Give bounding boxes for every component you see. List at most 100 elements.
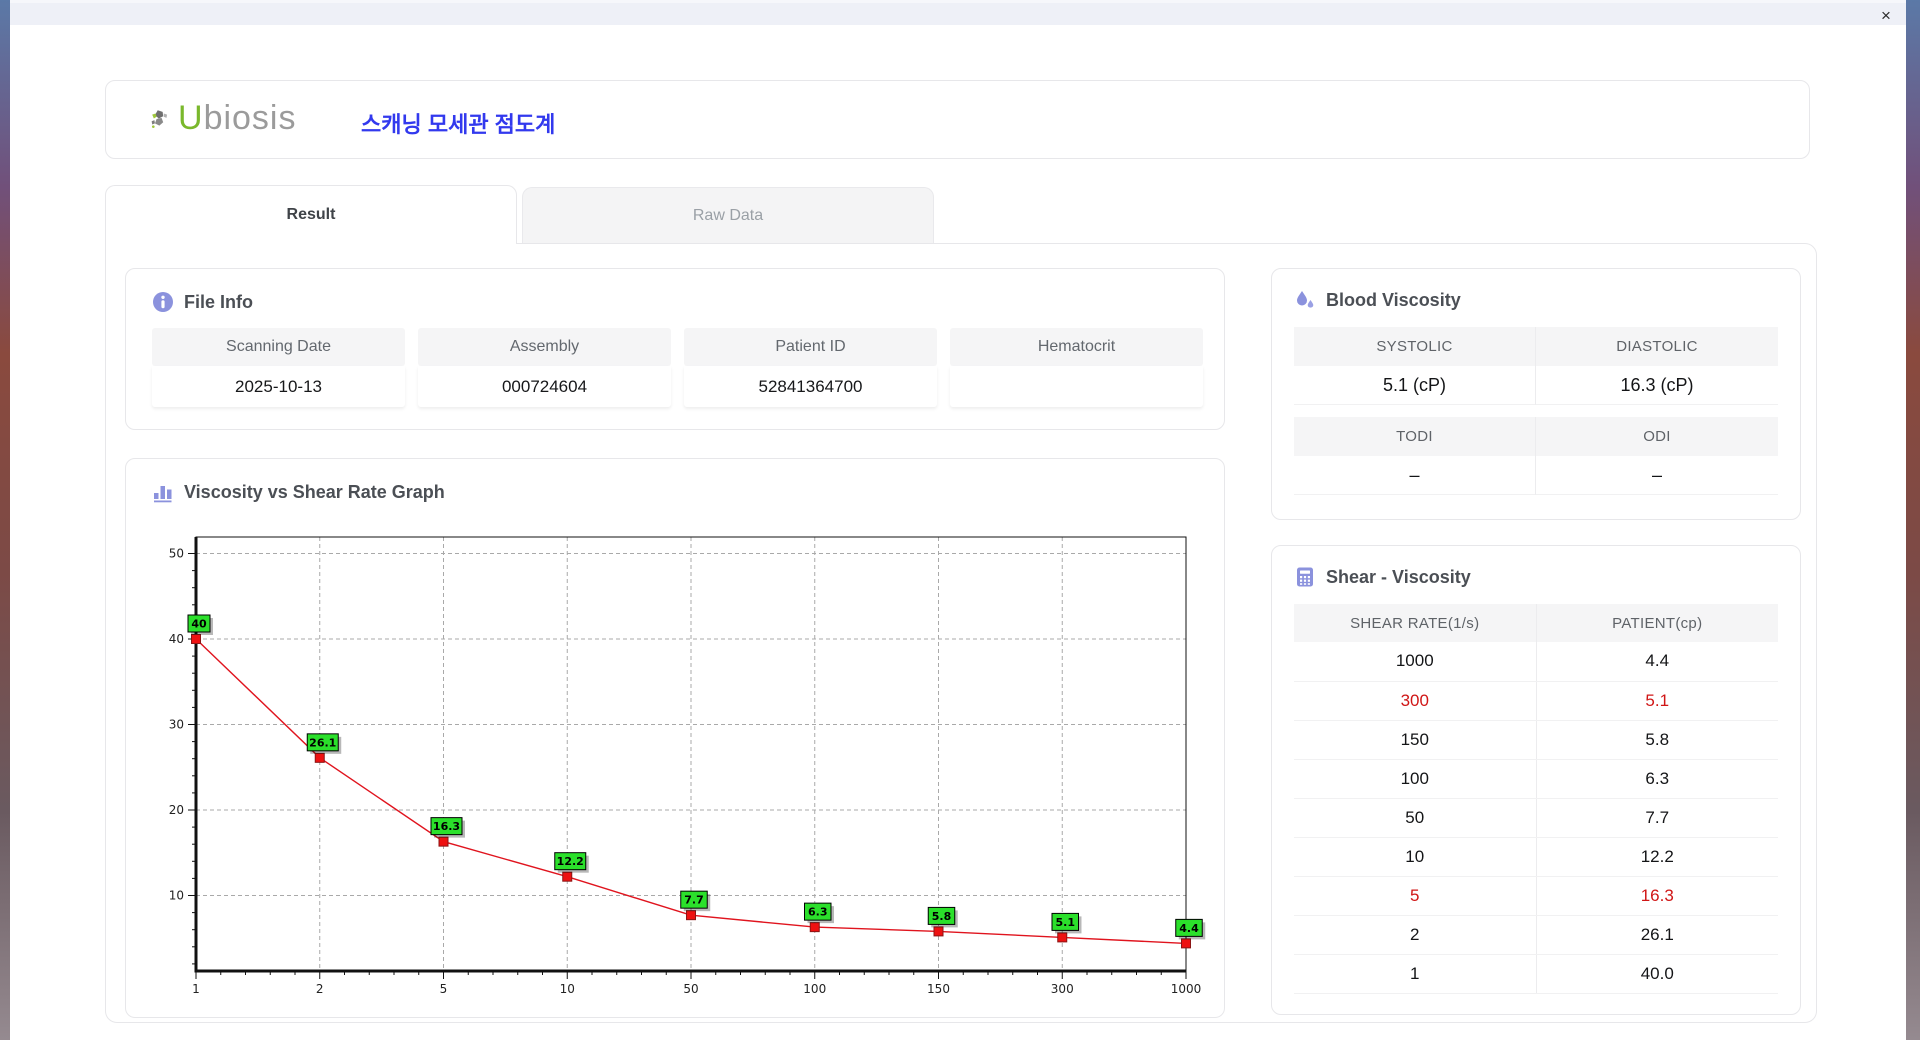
file-info-field-value: 52841364700: [684, 366, 937, 407]
patient-viscosity-cell: 5.1: [1536, 681, 1778, 721]
svg-text:50: 50: [169, 547, 184, 561]
ubiosis-logo-text: Ubiosis: [178, 99, 297, 137]
svg-text:16.3: 16.3: [433, 820, 460, 833]
ubiosis-logo-icon: [151, 109, 168, 128]
page-title: 스캐닝 모세관 점도계: [361, 112, 556, 137]
svg-text:5.8: 5.8: [932, 910, 952, 923]
bv-header-cell: ODI: [1536, 417, 1778, 456]
file-info-field: Patient ID 52841364700: [684, 328, 937, 407]
viscosity-graph-card: Viscosity vs Shear Rate Graph 10 20 30 40 50…: [125, 458, 1225, 1018]
bv-header-cell: DIASTOLIC: [1536, 327, 1778, 366]
shear-table-row: 50 7.7: [1294, 798, 1778, 838]
shear-table-row: 300 5.1: [1294, 681, 1778, 721]
bv-header-cell: SYSTOLIC: [1294, 327, 1536, 366]
svg-text:4.4: 4.4: [1179, 922, 1199, 935]
svg-text:6.3: 6.3: [808, 906, 828, 919]
shear-table-row: 1 40.0: [1294, 954, 1778, 994]
shear-rate-cell: 1000: [1294, 642, 1537, 682]
file-info-field: Scanning Date 2025-10-13: [152, 328, 405, 407]
file-info-field-label: Assembly: [418, 328, 671, 366]
patient-viscosity-cell: 16.3: [1536, 876, 1778, 916]
svg-text:40: 40: [169, 632, 184, 646]
shear-rate-cell: 300: [1294, 681, 1537, 721]
svg-text:150: 150: [927, 982, 950, 996]
svg-text:5: 5: [440, 982, 448, 996]
shear-table-body: 1000 4.4 300 5.1 150 5.8 100 6.3 50 7.7 10 12.2 5 16.…: [1294, 642, 1778, 994]
svg-text:40: 40: [191, 618, 207, 631]
window-titlebar: ×: [10, 0, 1906, 25]
bar-chart-icon: [154, 486, 172, 503]
shear-rate-cell: 10: [1294, 837, 1537, 877]
blood-viscosity-title: Blood Viscosity: [1326, 289, 1461, 310]
bv-tables: SYSTOLIC DIASTOLIC 5.1 (cP) 16.3 (cP) TODI OD…: [1294, 327, 1778, 495]
blood-viscosity-table: TODI ODI – –: [1294, 417, 1778, 495]
graph-title: Viscosity vs Shear Rate Graph: [184, 481, 445, 502]
file-info-field-value: 000724604: [418, 366, 671, 407]
file-info-field-label: Patient ID: [684, 328, 937, 366]
svg-text:30: 30: [169, 718, 184, 732]
patient-viscosity-cell: 5.8: [1536, 720, 1778, 760]
shear-rate-cell: 150: [1294, 720, 1537, 760]
shear-viscosity-card: Shear - Viscosity SHEAR RATE(1/s) PATIEN…: [1271, 545, 1801, 1015]
shear-table-row: 150 5.8: [1294, 720, 1778, 760]
svg-text:20: 20: [169, 803, 184, 817]
shear-table-row: 100 6.3: [1294, 759, 1778, 799]
svg-text:10: 10: [169, 889, 184, 903]
bv-value-cell: 5.1 (cP): [1294, 366, 1536, 405]
svg-text:7.7: 7.7: [684, 894, 704, 907]
shear-viscosity-title: Shear - Viscosity: [1326, 566, 1471, 587]
svg-text:300: 300: [1051, 982, 1074, 996]
file-info-card: File Info Scanning Date 2025-10-13 Assembl…: [125, 268, 1225, 430]
app-header: Ubiosis 스캐닝 모세관 점도계: [105, 80, 1810, 159]
bv-value-cell: –: [1294, 456, 1536, 495]
file-info-field: Assembly 000724604: [418, 328, 671, 407]
svg-text:26.1: 26.1: [309, 736, 336, 749]
file-info-title: File Info: [184, 291, 253, 312]
patient-col-header: PATIENT(cp): [1536, 604, 1778, 642]
svg-text:1: 1: [192, 982, 200, 996]
shear-table-row: 2 26.1: [1294, 915, 1778, 955]
shear-table-row: 10 12.2: [1294, 837, 1778, 877]
blood-viscosity-table: SYSTOLIC DIASTOLIC 5.1 (cP) 16.3 (cP): [1294, 327, 1778, 405]
svg-text:12.2: 12.2: [557, 855, 584, 868]
file-info-fields: Scanning Date 2025-10-13 Assembly 000724604…: [152, 328, 1224, 407]
svg-text:1000: 1000: [1171, 982, 1202, 996]
shear-table-row: 1000 4.4: [1294, 642, 1778, 682]
app-window: × Ubiosis 스캐닝 모세관 점도계 Result Raw Data Fi…: [10, 0, 1906, 1040]
patient-viscosity-cell: 7.7: [1536, 798, 1778, 838]
ubiosis-logo: Ubiosis: [150, 99, 297, 138]
shear-rate-cell: 50: [1294, 798, 1537, 838]
tab-result[interactable]: Result: [105, 185, 517, 244]
shear-rate-cell: 5: [1294, 876, 1537, 916]
patient-viscosity-cell: 4.4: [1536, 642, 1778, 682]
shear-rate-cell: 1: [1294, 954, 1537, 994]
bv-value-cell: 16.3 (cP): [1536, 366, 1778, 405]
droplets-icon: [1297, 291, 1314, 308]
patient-viscosity-cell: 40.0: [1536, 954, 1778, 994]
info-icon: [153, 292, 173, 312]
svg-text:5.1: 5.1: [1056, 916, 1076, 929]
file-info-field-label: Scanning Date: [152, 328, 405, 366]
shear-viscosity-table: SHEAR RATE(1/s) PATIENT(cp) 1000 4.4 300 5.…: [1294, 604, 1778, 994]
calculator-icon: [1297, 567, 1313, 587]
file-info-field: Hematocrit: [950, 328, 1203, 407]
shear-rate-cell: 100: [1294, 759, 1537, 799]
file-info-field-value: 2025-10-13: [152, 366, 405, 407]
tab-raw-data[interactable]: Raw Data: [522, 187, 934, 244]
shear-rate-cell: 2: [1294, 915, 1537, 955]
close-icon[interactable]: ×: [1876, 6, 1896, 26]
bv-value-cell: –: [1536, 456, 1778, 495]
file-info-field-value: [950, 366, 1203, 407]
svg-text:50: 50: [683, 982, 698, 996]
desktop-background: × Ubiosis 스캐닝 모세관 점도계 Result Raw Data Fi…: [0, 0, 1920, 1040]
file-info-field-label: Hematocrit: [950, 328, 1203, 366]
blood-viscosity-card: Blood Viscosity SYSTOLIC DIASTOLIC 5.1 (cP…: [1271, 268, 1801, 520]
shear-col-header: SHEAR RATE(1/s): [1294, 604, 1537, 642]
viscosity-chart: 10 20 30 40 50 1 2 5 10 50 100 150 300 1000 40 26.1 16.3…: [169, 536, 1206, 996]
shear-table-row: 5 16.3: [1294, 876, 1778, 916]
svg-text:10: 10: [560, 982, 575, 996]
svg-text:2: 2: [316, 982, 324, 996]
svg-text:100: 100: [803, 982, 826, 996]
patient-viscosity-cell: 26.1: [1536, 915, 1778, 955]
bv-header-cell: TODI: [1294, 417, 1536, 456]
